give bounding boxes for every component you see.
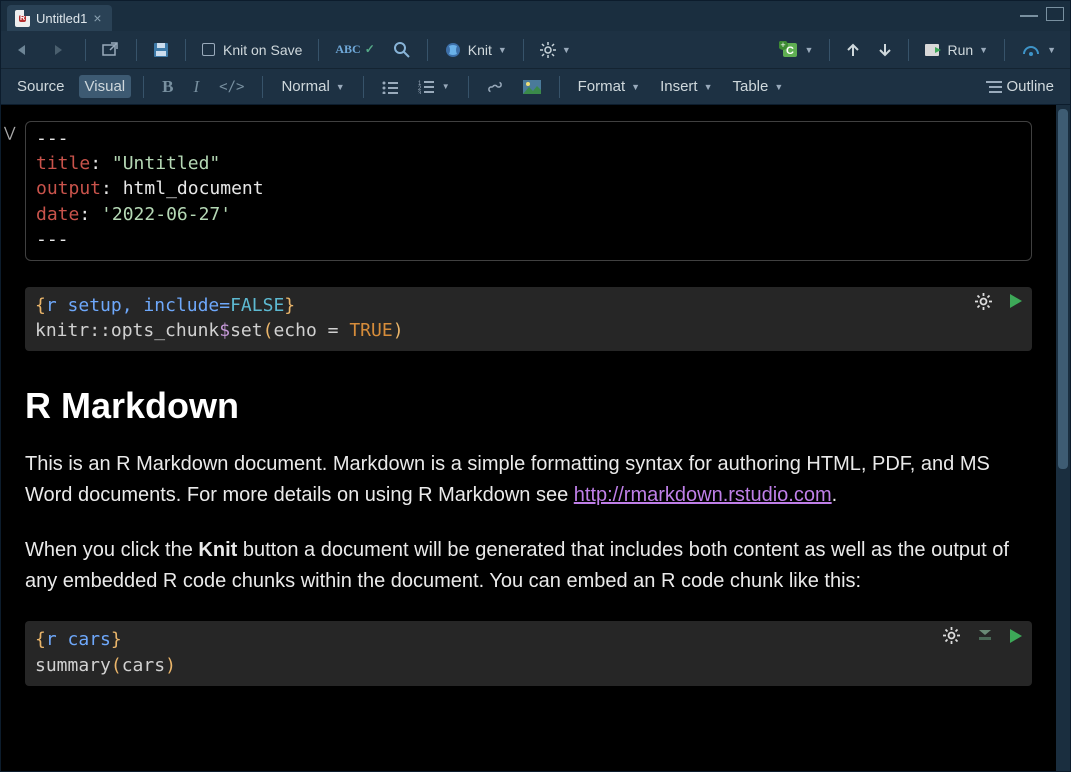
document-toolbar: Knit on Save ABC✓ Knit ▼ ▼ C+ ▼ <box>1 31 1070 69</box>
document-tab[interactable]: R Untitled1 × <box>7 5 112 31</box>
insert-chunk-button[interactable]: C+ ▼ <box>773 38 820 62</box>
format-menu[interactable]: Format▼ <box>572 75 646 98</box>
source-mode-button[interactable]: Source <box>11 75 71 98</box>
numbered-list-button[interactable]: 123 ▼ <box>412 77 456 97</box>
image-button[interactable] <box>517 77 547 97</box>
svg-text:3: 3 <box>418 91 422 94</box>
spellcheck-button[interactable]: ABC✓ <box>329 39 380 60</box>
run-chunk-icon[interactable] <box>1010 294 1022 308</box>
back-button[interactable] <box>9 40 39 60</box>
scrollbar-thumb[interactable] <box>1058 109 1068 469</box>
bold-button[interactable]: B <box>156 74 179 100</box>
maximize-pane-icon[interactable] <box>1046 7 1064 21</box>
outline-toggle[interactable]: Outline <box>980 75 1060 98</box>
window-controls <box>1020 7 1064 21</box>
knit-button[interactable]: Knit ▼ <box>438 38 513 62</box>
yaml-front-matter[interactable]: ⋁ --- title: "Untitled" output: html_doc… <box>25 121 1032 261</box>
vertical-scrollbar[interactable] <box>1056 105 1070 771</box>
heading-r-markdown[interactable]: R Markdown <box>25 385 1032 427</box>
paragraph-knit[interactable]: When you click the Knit button a documen… <box>25 535 1032 597</box>
titlebar: R Untitled1 × <box>1 1 1070 31</box>
visual-editor-toolbar: Source Visual B I </> Normal▼ 123 ▼ Form… <box>1 69 1070 105</box>
show-in-new-window-button[interactable] <box>96 39 126 61</box>
italic-button[interactable]: I <box>187 74 205 100</box>
close-tab-icon[interactable]: × <box>93 10 101 26</box>
run-above-icon[interactable] <box>978 628 992 644</box>
chunk-options-icon[interactable] <box>943 627 960 644</box>
paragraph-style-dropdown[interactable]: Normal▼ <box>275 75 350 98</box>
svg-text:+: + <box>780 41 785 50</box>
editor-pane: ⋁ --- title: "Untitled" output: html_doc… <box>1 105 1070 771</box>
chunk-options-icon[interactable] <box>975 293 992 310</box>
knit-label: Knit <box>468 42 492 58</box>
go-to-next-chunk-button[interactable] <box>872 39 898 61</box>
knit-bold-word: Knit <box>198 539 237 561</box>
bullet-list-button[interactable] <box>376 77 404 97</box>
tab-title: Untitled1 <box>36 11 87 26</box>
run-button[interactable]: Run ▼ <box>919 39 994 61</box>
minimize-pane-icon[interactable] <box>1020 7 1038 17</box>
knit-on-save-label: Knit on Save <box>223 42 302 58</box>
code-button[interactable]: </> <box>213 76 250 98</box>
knit-on-save-toggle[interactable]: Knit on Save <box>196 39 308 61</box>
run-chunk-icon[interactable] <box>1010 629 1022 643</box>
rmd-file-icon: R <box>15 10 30 27</box>
paragraph-intro[interactable]: This is an R Markdown document. Markdown… <box>25 449 1032 511</box>
table-menu[interactable]: Table▼ <box>727 75 790 98</box>
insert-menu[interactable]: Insert▼ <box>654 75 718 98</box>
rmarkdown-link[interactable]: http://rmarkdown.rstudio.com <box>574 484 832 506</box>
publish-button[interactable]: ▼ <box>1015 39 1062 61</box>
code-chunk-setup[interactable]: {r setup, include=FALSE} knitr::opts_chu… <box>25 287 1032 351</box>
run-label: Run <box>947 42 973 58</box>
visual-mode-button[interactable]: Visual <box>79 75 132 98</box>
document-settings-button[interactable]: ▼ <box>534 39 577 61</box>
go-to-prev-chunk-button[interactable] <box>840 39 866 61</box>
fold-caret-icon[interactable]: ⋁ <box>4 124 15 144</box>
find-replace-button[interactable] <box>387 38 417 62</box>
save-button[interactable] <box>147 39 175 61</box>
link-button[interactable] <box>481 76 509 98</box>
code-chunk-cars[interactable]: {r cars} summary(cars) <box>25 621 1032 685</box>
editor-content[interactable]: ⋁ --- title: "Untitled" output: html_doc… <box>1 105 1056 771</box>
forward-button[interactable] <box>45 40 75 60</box>
editor-window: R Untitled1 × Knit on Save ABC✓ <box>0 0 1071 772</box>
outline-label: Outline <box>1006 78 1054 95</box>
